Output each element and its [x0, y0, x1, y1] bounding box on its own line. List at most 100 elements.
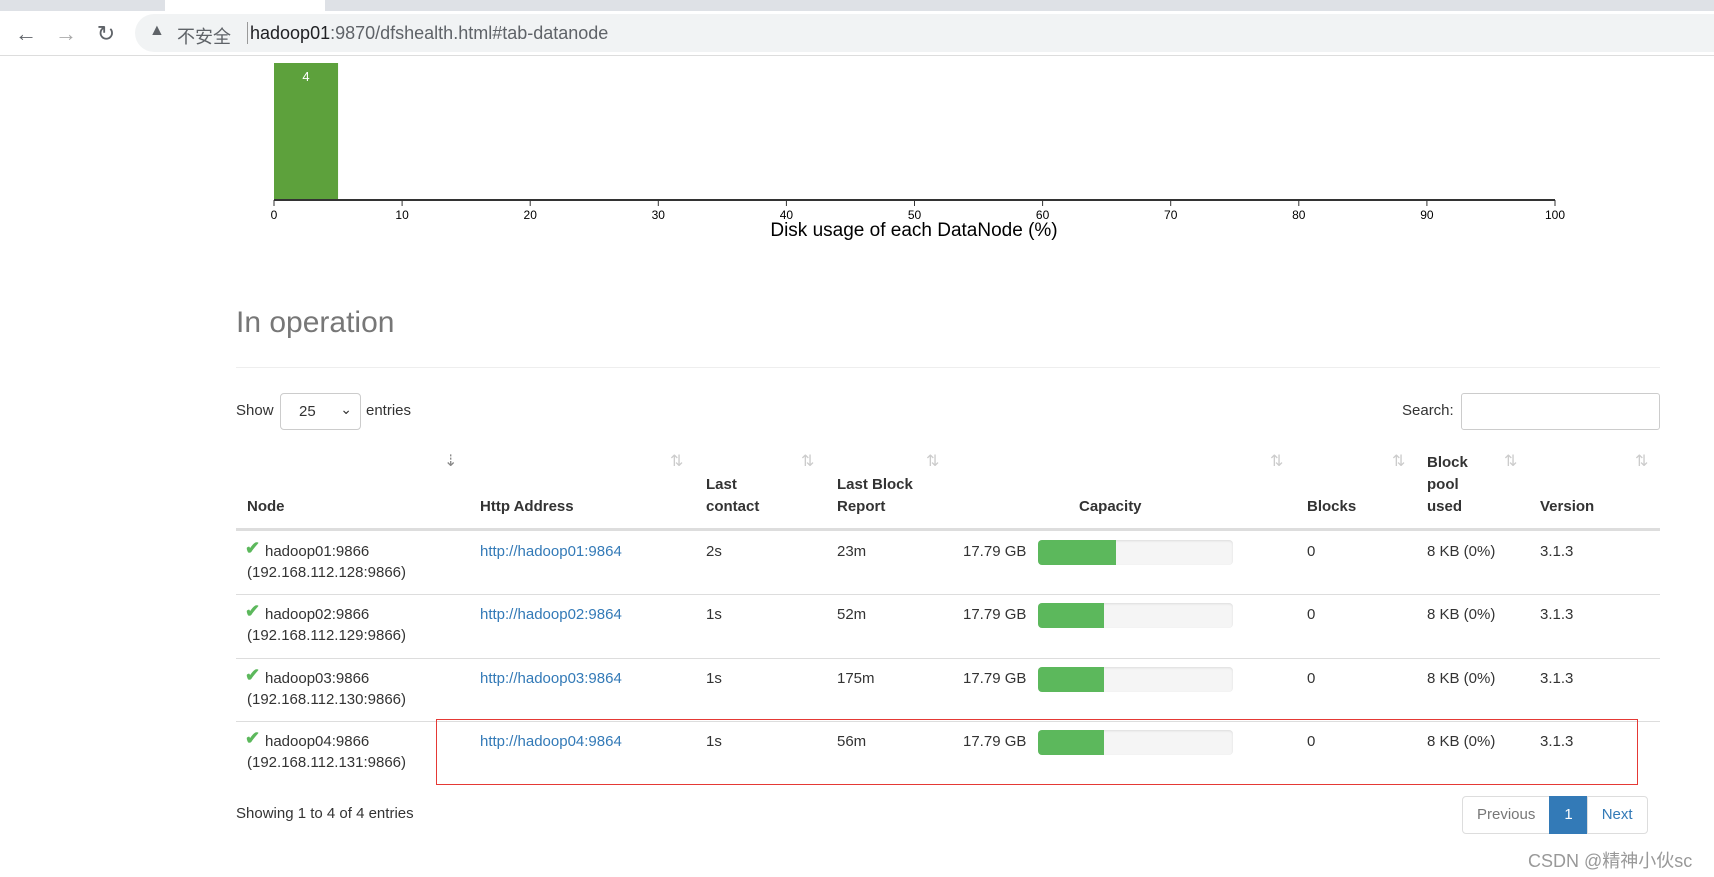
header-blocks[interactable]: Blocks — [1307, 496, 1356, 518]
security-label: 不安全 — [177, 27, 231, 47]
block-pool-used: 8 KB (0%) — [1427, 543, 1496, 560]
last-block-report: 175m — [837, 670, 875, 687]
header-version[interactable]: Version — [1540, 496, 1594, 518]
bar-data-label: 4 — [302, 69, 309, 84]
x-tick-label: 100 — [1545, 208, 1565, 222]
table-info: Showing 1 to 4 of 4 entries — [236, 805, 414, 822]
capacity-progress-bar — [1038, 540, 1233, 565]
header-last-block-report[interactable]: Last Block Report — [837, 474, 913, 518]
header-text: pool — [1427, 476, 1459, 493]
check-icon: ✔ — [245, 538, 261, 558]
show-label: Show — [236, 402, 274, 419]
header-text: Block — [1427, 454, 1468, 471]
header-border — [236, 528, 1660, 531]
header-block-pool-used[interactable]: Block pool used — [1427, 452, 1468, 518]
search-input[interactable] — [1461, 393, 1660, 430]
node-ip: (192.168.112.129:9866) — [247, 627, 407, 644]
last-block-report: 52m — [837, 606, 867, 623]
row-divider — [236, 658, 1660, 659]
address-bar[interactable]: ▲ 不安全 hadoop01:9870/dfshealth.html#tab-d… — [135, 14, 1714, 52]
last-contact: 1s — [706, 606, 722, 623]
header-text: Last — [706, 476, 737, 493]
browser-toolbar: ← → ↻ ▲ 不安全 hadoop01:9870/dfshealth.html… — [0, 11, 1714, 56]
http-address-link[interactable]: http://hadoop03:9864 — [480, 668, 622, 690]
header-node[interactable]: Node — [247, 496, 285, 518]
check-icon: ✔ — [245, 601, 261, 621]
node-ip: (192.168.112.131:9866) — [247, 754, 407, 771]
reload-icon[interactable]: ↻ — [93, 21, 119, 47]
sort-icon[interactable]: ⇅ — [1392, 451, 1405, 471]
header-text: contact — [706, 498, 760, 515]
header-http-address[interactable]: Http Address — [480, 496, 574, 518]
version-value: 3.1.3 — [1540, 543, 1574, 560]
x-tick-label: 90 — [1420, 208, 1434, 222]
sort-icon[interactable]: ⇅ — [1635, 451, 1648, 471]
entries-label: entries — [366, 402, 412, 419]
capacity-value: 17.79 GB — [963, 606, 1027, 623]
pagination: Previous 1 Next — [1462, 796, 1648, 834]
blocks-value: 0 — [1307, 606, 1316, 623]
sort-icon[interactable]: ⇅ — [1504, 451, 1517, 471]
check-icon: ✔ — [245, 728, 261, 748]
http-address-link[interactable]: http://hadoop02:9864 — [480, 604, 622, 626]
disk-usage-histogram: 4 0 10 20 30 40 50 60 70 80 90 100 Disk usage of e… — [271, 63, 1565, 241]
section-title: In operation — [236, 306, 395, 339]
capacity-progress-bar — [1038, 603, 1233, 628]
capacity-used-fill — [1038, 667, 1105, 692]
page-1-button[interactable]: 1 — [1549, 796, 1588, 834]
sort-icon[interactable]: ⇅ — [670, 451, 683, 471]
header-text: used — [1427, 498, 1463, 515]
active-tab[interactable] — [165, 0, 325, 11]
block-pool-used: 8 KB (0%) — [1427, 606, 1496, 623]
x-tick-label: 70 — [1164, 208, 1178, 222]
back-icon[interactable]: ← — [13, 21, 39, 47]
next-button[interactable]: Next — [1586, 796, 1648, 834]
divider — [247, 22, 248, 44]
block-pool-used: 8 KB (0%) — [1427, 670, 1496, 687]
sort-icon[interactable]: ⇅ — [1270, 451, 1283, 471]
last-block-report: 23m — [837, 543, 867, 560]
sort-asc-icon[interactable]: ⇣ — [444, 451, 457, 471]
page-size-select[interactable]: 25 ⌄ — [280, 393, 361, 430]
node-ip: (192.168.112.128:9866) — [247, 564, 407, 581]
x-tick-label: 80 — [1292, 208, 1306, 222]
search-label: Search: — [1402, 402, 1454, 419]
capacity-progress-bar — [1038, 667, 1233, 692]
previous-button[interactable]: Previous — [1462, 796, 1551, 834]
node-ip: (192.168.112.130:9866) — [247, 691, 407, 708]
sort-icon[interactable]: ⇅ — [926, 451, 939, 471]
x-tick-label: 30 — [652, 208, 666, 222]
url-host: hadoop01 — [250, 23, 331, 43]
highlight-box — [436, 719, 1638, 785]
header-text: Report — [837, 498, 886, 515]
blocks-value: 0 — [1307, 543, 1316, 560]
node-name: hadoop03:9866 — [265, 670, 370, 687]
last-contact: 1s — [706, 670, 722, 687]
capacity-value: 17.79 GB — [963, 543, 1027, 560]
x-tick-label: 20 — [524, 208, 538, 222]
capacity-used-fill — [1038, 603, 1105, 628]
header-text: Last Block — [837, 476, 913, 493]
node-name: hadoop01:9866 — [265, 543, 370, 560]
header-last-contact[interactable]: Last contact — [706, 474, 759, 518]
sort-icon[interactable]: ⇅ — [801, 451, 814, 471]
x-tick-label: 0 — [271, 208, 278, 222]
node-name: hadoop02:9866 — [265, 606, 370, 623]
url-text[interactable]: hadoop01:9870/dfshealth.html#tab-datanod… — [250, 23, 608, 44]
forward-icon[interactable]: → — [53, 21, 79, 47]
x-tick-label: 10 — [395, 208, 409, 222]
blocks-value: 0 — [1307, 670, 1316, 687]
version-value: 3.1.3 — [1540, 606, 1574, 623]
row-divider — [236, 594, 1660, 595]
chevron-down-icon: ⌄ — [340, 401, 352, 417]
divider — [236, 367, 1660, 368]
version-value: 3.1.3 — [1540, 670, 1574, 687]
http-address-link[interactable]: http://hadoop01:9864 — [480, 541, 622, 563]
x-axis-label: Disk usage of each DataNode (%) — [770, 220, 1057, 241]
node-name: hadoop04:9866 — [265, 733, 370, 750]
watermark: CSDN @精神小伙sc — [1528, 851, 1693, 871]
check-icon: ✔ — [245, 665, 261, 685]
url-path: :9870/dfshealth.html#tab-datanode — [330, 23, 609, 43]
header-capacity[interactable]: Capacity — [1079, 496, 1142, 518]
capacity-value: 17.79 GB — [963, 670, 1027, 687]
